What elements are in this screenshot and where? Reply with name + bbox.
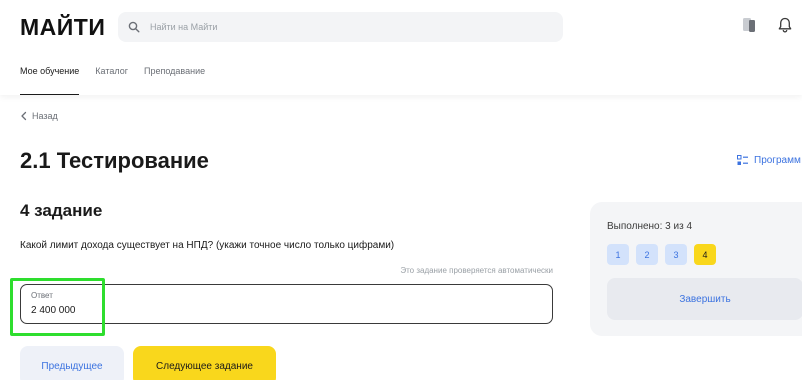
question-text: Какой лимит дохода существует на НПД? (у… [20,240,395,251]
search-bar[interactable] [118,12,563,42]
back-label: Назад [32,111,58,121]
back-link[interactable]: Назад [20,111,58,121]
program-link-label: Программ [754,155,801,166]
bookmark-icon[interactable] [741,16,759,34]
answer-label: Ответ [31,291,53,300]
auto-check-note: Это задание проверяется автоматически [400,266,553,275]
progress-panel: Выполнено: 3 из 4 1 2 3 4 Завершить [590,202,802,336]
finish-button[interactable]: Завершить [607,278,802,320]
task-number-1[interactable]: 1 [607,244,629,265]
logo[interactable]: МАЙТИ [20,14,105,41]
task-number-3[interactable]: 3 [665,244,687,265]
task-number-2[interactable]: 2 [636,244,658,265]
top-header: МАЙТИ Мое обучение Каталог Преподавание [0,0,802,95]
page-title: 2.1 Тестирование [20,148,209,173]
next-task-button[interactable]: Следующее задание [133,346,276,380]
task-title: 4 задание [20,201,103,220]
nav-item-catalog[interactable]: Каталог [95,66,128,95]
task-navigator: 1 2 3 4 [607,244,723,265]
progress-status: Выполнено: 3 из 4 [607,221,693,232]
previous-button[interactable]: Предыдущее [20,346,124,380]
answer-field[interactable]: Ответ [20,284,553,324]
task-number-4[interactable]: 4 [694,244,716,265]
chevron-left-icon [21,111,27,121]
bell-icon[interactable] [776,16,794,34]
program-link[interactable]: Программ [737,155,801,166]
search-icon [128,21,140,33]
search-input[interactable] [150,22,530,32]
main-nav: Мое обучение Каталог Преподавание [20,66,221,95]
nav-item-teaching[interactable]: Преподавание [144,66,205,95]
nav-item-my-learning[interactable]: Мое обучение [20,66,80,95]
answer-input[interactable] [31,305,531,316]
program-list-icon [737,155,748,165]
